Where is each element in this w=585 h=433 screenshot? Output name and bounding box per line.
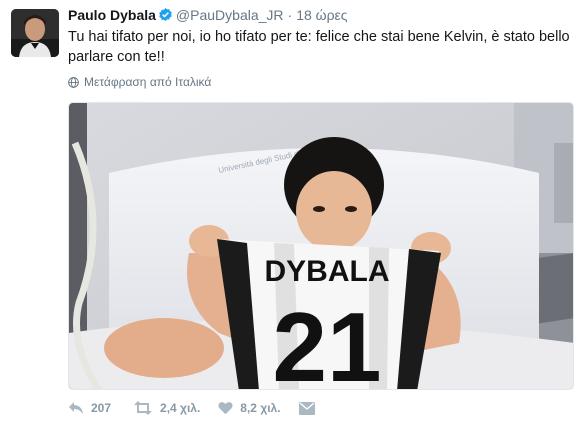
photo-illustration: Università degli Studi di Torino DYBALA … bbox=[69, 103, 573, 390]
tweet-header: Paulo Dybala @PauDybala_JR · 18 ώρες bbox=[68, 7, 348, 25]
message-button[interactable] bbox=[298, 401, 315, 415]
reply-count: 207 bbox=[91, 401, 112, 415]
verified-badge-icon bbox=[158, 7, 173, 25]
tweet-actions: 207 2,4 χιλ. 8,2 χιλ. bbox=[68, 401, 333, 415]
separator-dot: · bbox=[287, 7, 293, 23]
avatar[interactable] bbox=[11, 9, 59, 57]
translate-link[interactable]: Μετάφραση από Ιταλικά bbox=[68, 75, 211, 89]
author-handle[interactable]: @PauDybala_JR bbox=[176, 7, 284, 23]
like-count: 8,2 χιλ. bbox=[240, 401, 281, 415]
envelope-icon bbox=[298, 401, 315, 415]
reply-icon bbox=[69, 402, 83, 414]
avatar-photo bbox=[11, 9, 59, 57]
translate-label: Μετάφραση από Ιταλικά bbox=[84, 75, 212, 89]
tweet-text: Tu hai tifato per noi, io ho tifato per … bbox=[68, 29, 570, 65]
retweet-button[interactable]: 2,4 χιλ. bbox=[133, 401, 200, 415]
timestamp[interactable]: 18 ώρες bbox=[296, 7, 347, 23]
author-name[interactable]: Paulo Dybala bbox=[68, 7, 156, 23]
retweet-count: 2,4 χιλ. bbox=[160, 401, 201, 415]
retweet-icon bbox=[134, 401, 153, 415]
jersey-number: 21 bbox=[272, 292, 381, 390]
heart-icon bbox=[218, 402, 233, 415]
like-button[interactable]: 8,2 χιλ. bbox=[218, 401, 281, 415]
tweet-photo[interactable]: Università degli Studi di Torino DYBALA … bbox=[68, 102, 574, 390]
globe-icon bbox=[68, 76, 79, 88]
reply-button[interactable]: 207 bbox=[68, 401, 111, 415]
jersey-name: DYBALA bbox=[265, 255, 390, 288]
